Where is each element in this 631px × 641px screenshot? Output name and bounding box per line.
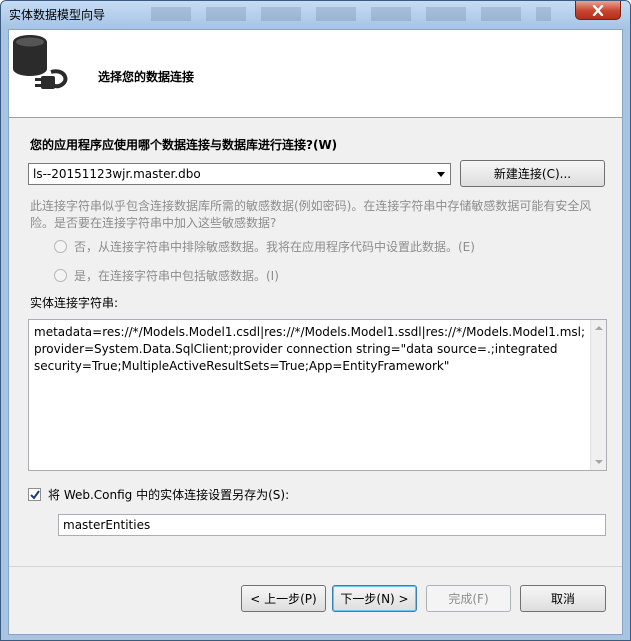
entity-connection-string-field[interactable]: metadata=res://*/Models.Model1.csdl|res:… [28,319,607,471]
back-button[interactable]: < 上一步(P) [241,585,326,612]
close-icon [592,4,604,16]
window-title: 实体数据模型向导 [9,8,106,22]
new-connection-button[interactable]: 新建连接(C)... [460,160,605,187]
wizard-client-area: 选择您的数据连接 您的应用程序应使用哪个数据连接与数据库进行连接?(W) ls-… [8,29,623,635]
close-button[interactable] [575,1,621,20]
include-sensitive-option[interactable]: 是，在连接字符串中包括敏感数据。(I) [54,267,279,284]
dropdown-arrow-icon [437,172,445,177]
entity-connection-string-text: metadata=res://*/Models.Model1.csdl|res:… [34,325,586,373]
exclude-sensitive-label: 否，从连接字符串中排除敏感数据。我将在应用程序代码中设置此数据。(E) [74,240,475,254]
entity-name-input[interactable]: masterEntities [58,514,606,536]
cancel-button[interactable]: 取消 [520,585,606,612]
title-bar[interactable]: 实体数据模型向导 [1,1,630,27]
sensitive-data-message: 此连接字符串似乎包含连接数据库所需的敏感数据(例如密码)。在连接字符串中存储敏感… [30,199,592,230]
scroll-down-arrow-icon[interactable] [595,460,603,464]
wizard-window: 实体数据模型向导 选择您的数据连接 您的应用程序应使用哪个数据连接与数据库进行连… [0,0,631,641]
page-title: 选择您的数据连接 [98,70,195,84]
next-button[interactable]: 下一步(N) > [332,585,417,612]
vertical-scrollbar[interactable] [590,320,606,470]
finish-button[interactable]: 完成(F) [426,585,511,612]
checkmark-icon [29,489,40,500]
scroll-up-arrow-icon[interactable] [595,326,603,330]
connection-dropdown[interactable]: ls--20151123wjr.master.dbo [28,163,451,185]
database-plug-icon [13,35,68,89]
radio-button-icon [54,240,67,253]
background-window-text [151,7,551,21]
save-connection-checkbox-row[interactable]: 将 Web.Config 中的实体连接设置另存为(S): [28,486,289,503]
exclude-sensitive-option[interactable]: 否，从连接字符串中排除敏感数据。我将在应用程序代码中设置此数据。(E) [54,238,475,255]
include-sensitive-label: 是，在连接字符串中包括敏感数据。(I) [74,269,279,283]
radio-button-icon [54,269,67,282]
entity-connection-label: 实体连接字符串: [30,296,119,310]
wizard-header: 选择您的数据连接 [9,30,622,118]
connection-selected-value: ls--20151123wjr.master.dbo [33,167,201,181]
connection-question: 您的应用程序应使用哪个数据连接与数据库进行连接?(W) [30,138,338,152]
save-connection-checkbox[interactable] [28,488,41,501]
footer-divider [9,566,622,567]
save-connection-label: 将 Web.Config 中的实体连接设置另存为(S): [48,488,290,502]
